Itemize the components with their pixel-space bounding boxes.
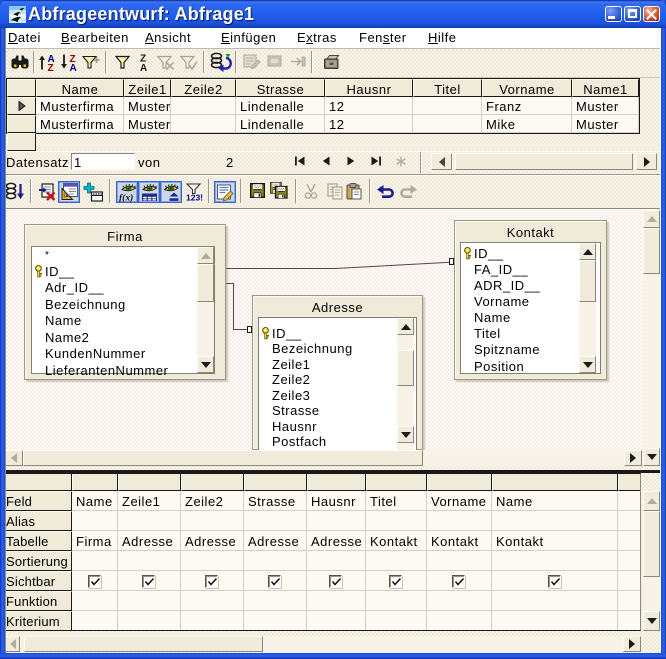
- svg-text:Z: Z: [48, 63, 54, 71]
- svg-text:A: A: [140, 63, 147, 71]
- svg-text:123!: 123!: [186, 193, 203, 202]
- svg-text:A: A: [70, 63, 77, 71]
- svg-text:f(x): f(x): [119, 193, 133, 203]
